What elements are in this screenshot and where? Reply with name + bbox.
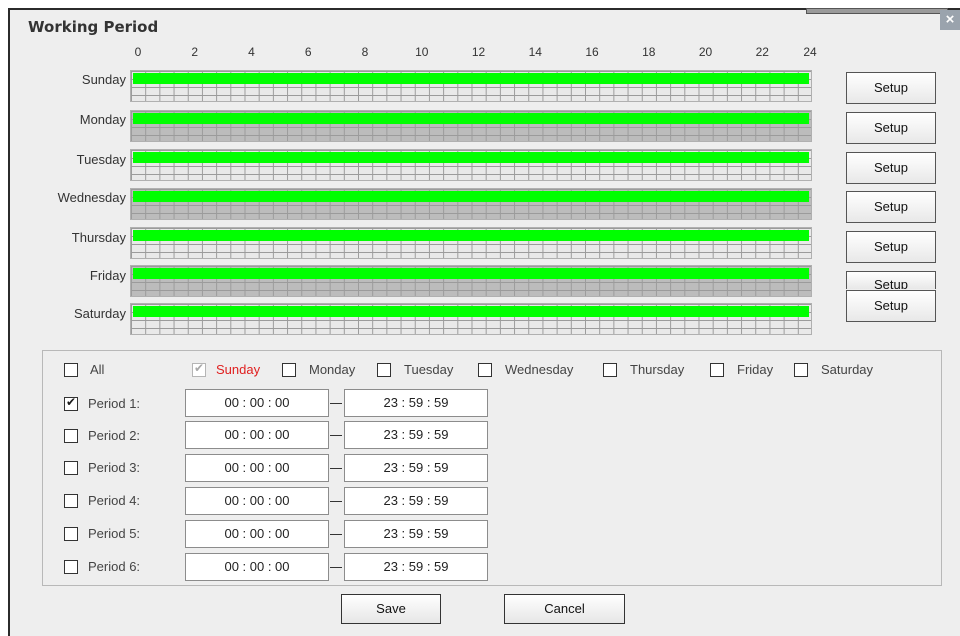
monday-filter-label: Monday — [309, 362, 356, 377]
period-1-label: Period 1: — [88, 396, 141, 411]
hour-tick-label: 16 — [585, 45, 599, 59]
monday-checkbox[interactable] — [282, 363, 296, 377]
close-button[interactable]: × — [940, 10, 960, 30]
period-4-start-time[interactable]: 00 : 00 : 00 — [185, 487, 329, 515]
dialog-title: Working Period — [28, 18, 159, 36]
period-4-checkbox[interactable] — [64, 494, 78, 508]
setup-button-thursday[interactable]: Setup — [846, 231, 936, 263]
period-5-label: Period 5: — [88, 526, 141, 541]
period-6-start-time[interactable]: 00 : 00 : 00 — [185, 553, 329, 581]
all-days-label: All — [90, 362, 105, 377]
schedule-row-sunday[interactable] — [130, 70, 812, 102]
range-separator — [330, 501, 342, 502]
range-separator — [330, 534, 342, 535]
day-label-friday: Friday — [89, 268, 126, 283]
period-6-checkbox[interactable] — [64, 560, 78, 574]
setup-button-monday[interactable]: Setup — [846, 112, 936, 144]
period-3-end-time[interactable]: 23 : 59 : 59 — [344, 454, 488, 482]
hour-tick-label: 6 — [304, 45, 312, 59]
range-separator — [330, 468, 342, 469]
thursday-checkbox[interactable] — [603, 363, 617, 377]
schedule-bar — [133, 191, 809, 202]
sunday-filter-label: Sunday — [216, 362, 261, 377]
schedule-bar — [133, 152, 809, 163]
schedule-row-monday[interactable] — [130, 110, 812, 142]
hour-tick-label: 14 — [528, 45, 542, 59]
range-separator — [330, 567, 342, 568]
day-label-wednesday: Wednesday — [57, 190, 126, 205]
tuesday-checkbox[interactable] — [377, 363, 391, 377]
hour-tick-label: 2 — [191, 45, 199, 59]
schedule-bar — [133, 268, 809, 279]
day-label-sunday: Sunday — [81, 72, 126, 87]
day-label-monday: Monday — [79, 112, 126, 127]
hour-tick-label: 0 — [134, 45, 142, 59]
all-days-checkbox[interactable] — [64, 363, 78, 377]
saturday-checkbox[interactable] — [794, 363, 808, 377]
hour-tick-label: 4 — [248, 45, 255, 59]
setup-button-wednesday[interactable]: Setup — [846, 191, 936, 223]
hour-tick-label: 18 — [642, 45, 656, 59]
period-5-end-time[interactable]: 23 : 59 : 59 — [344, 520, 488, 548]
cancel-button[interactable]: Cancel — [504, 594, 625, 624]
period-5-start-time[interactable]: 00 : 00 : 00 — [185, 520, 329, 548]
hour-tick-label: 12 — [471, 45, 486, 59]
period-6-end-time[interactable]: 23 : 59 : 59 — [344, 553, 488, 581]
period-1-checkbox[interactable] — [64, 395, 78, 411]
schedule-bar — [133, 230, 809, 241]
schedule-bar — [133, 73, 809, 84]
range-separator — [330, 403, 342, 404]
day-label-saturday: Saturday — [73, 306, 126, 321]
setup-button-tuesday[interactable]: Setup — [846, 152, 936, 184]
friday-filter-label: Friday — [737, 362, 774, 377]
period-4-label: Period 4: — [88, 493, 141, 508]
day-label-tuesday: Tuesday — [76, 152, 126, 167]
period-2-checkbox[interactable] — [64, 429, 78, 443]
schedule-row-thursday[interactable] — [130, 227, 812, 259]
setup-button-saturday[interactable]: Setup — [846, 290, 936, 322]
period-3-label: Period 3: — [88, 460, 141, 475]
friday-checkbox[interactable] — [710, 363, 724, 377]
tuesday-filter-label: Tuesday — [404, 362, 454, 377]
save-button[interactable]: Save — [341, 594, 441, 624]
saturday-filter-label: Saturday — [821, 362, 874, 377]
schedule-bar — [133, 306, 809, 317]
period-3-checkbox[interactable] — [64, 461, 78, 475]
period-settings-panel — [42, 350, 942, 586]
hour-tick-label: 8 — [361, 45, 369, 59]
period-6-label: Period 6: — [88, 559, 141, 574]
period-2-start-time[interactable]: 00 : 00 : 00 — [185, 421, 329, 449]
hour-tick-label: 22 — [755, 45, 769, 59]
schedule-row-wednesday[interactable] — [130, 188, 812, 220]
range-separator — [330, 435, 342, 436]
hour-tick-label: 10 — [415, 45, 429, 59]
period-1-end-time[interactable]: 23 : 59 : 59 — [344, 389, 488, 417]
schedule-row-friday[interactable] — [130, 265, 812, 297]
close-icon: × — [945, 11, 955, 28]
setup-button-friday[interactable]: Setup — [846, 271, 936, 289]
period-4-end-time[interactable]: 23 : 59 : 59 — [344, 487, 488, 515]
period-3-start-time[interactable]: 00 : 00 : 00 — [185, 454, 329, 482]
hour-tick-label: 24 — [803, 45, 817, 59]
setup-button-sunday[interactable]: Setup — [846, 72, 936, 104]
hour-tick-label: 20 — [698, 45, 713, 59]
wednesday-filter-label: Wednesday — [505, 362, 574, 377]
sunday-checkbox[interactable] — [192, 361, 206, 377]
period-2-end-time[interactable]: 23 : 59 : 59 — [344, 421, 488, 449]
period-1-start-time[interactable]: 00 : 00 : 00 — [185, 389, 329, 417]
schedule-bar — [133, 113, 809, 124]
schedule-row-saturday[interactable] — [130, 303, 812, 335]
wednesday-checkbox[interactable] — [478, 363, 492, 377]
period-2-label: Period 2: — [88, 428, 141, 443]
schedule-row-tuesday[interactable] — [130, 149, 812, 181]
thursday-filter-label: Thursday — [630, 362, 685, 377]
day-label-thursday: Thursday — [71, 230, 126, 245]
background-window-edge — [806, 8, 948, 14]
period-5-checkbox[interactable] — [64, 527, 78, 541]
